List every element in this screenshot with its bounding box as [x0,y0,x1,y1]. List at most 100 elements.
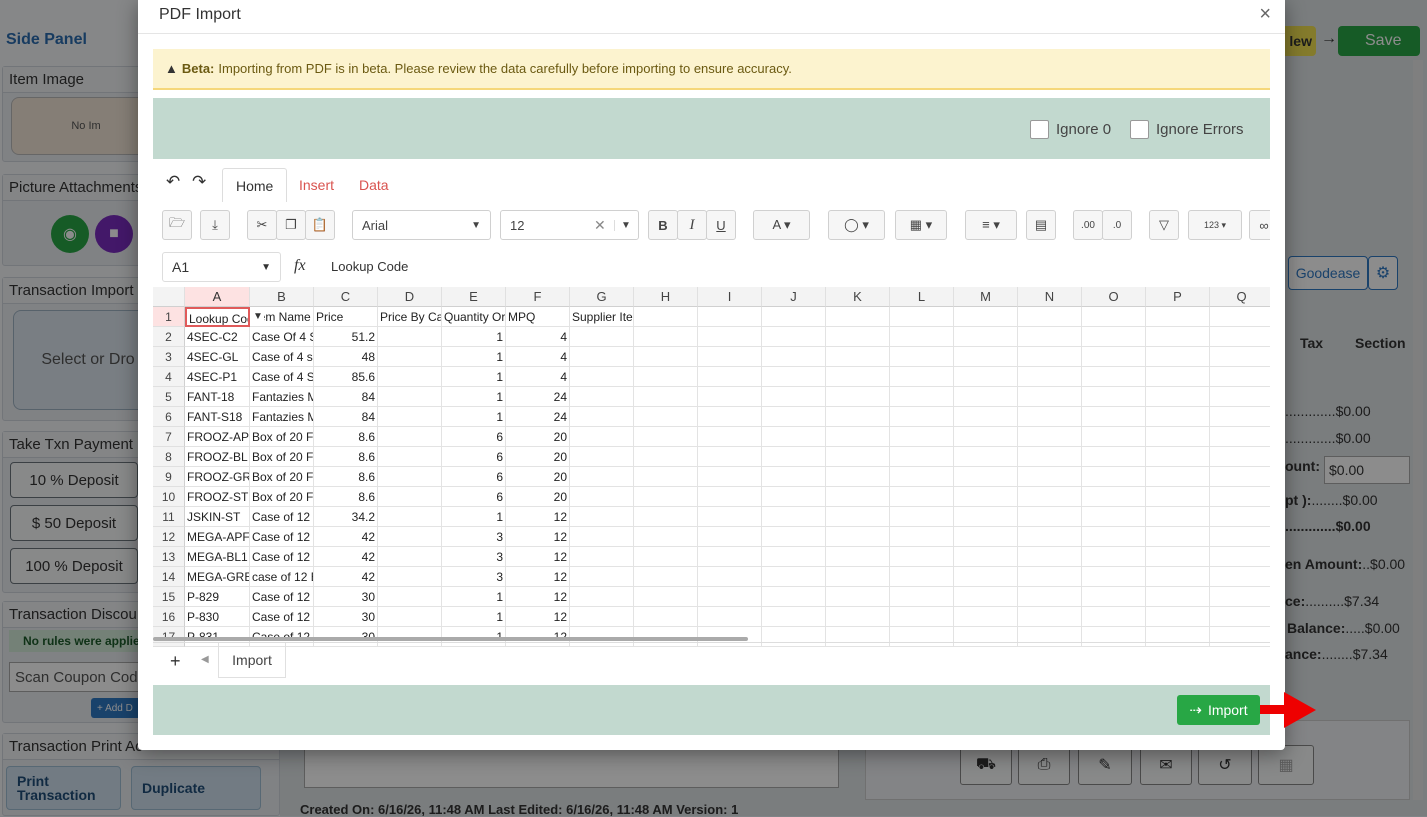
table-cell[interactable] [890,407,954,427]
table-cell[interactable] [1082,607,1146,627]
table-cell[interactable] [634,387,698,407]
table-cell[interactable] [890,547,954,567]
fill-color-icon[interactable]: ◯ ▾ [828,210,885,240]
table-cell[interactable]: 8.6 [314,487,378,507]
table-cell[interactable] [634,567,698,587]
table-cell[interactable]: 4 [506,347,570,367]
table-cell[interactable] [762,467,826,487]
table-cell[interactable] [1018,547,1082,567]
undo-icon[interactable]: ↶ [166,172,180,192]
table-cell[interactable] [634,527,698,547]
table-cell[interactable] [1018,307,1082,327]
link-icon[interactable]: ∞ [1249,210,1270,240]
table-cell[interactable]: Case of 12 [250,587,314,607]
column-header[interactable]: E [442,287,506,307]
table-cell[interactable] [826,547,890,567]
table-cell[interactable] [1210,347,1270,367]
table-cell[interactable] [378,367,442,387]
column-header[interactable]: D [378,287,442,307]
table-cell[interactable]: 85.6 [314,367,378,387]
column-header[interactable]: C [314,287,378,307]
table-cell[interactable] [1082,587,1146,607]
table-cell[interactable] [1210,587,1270,607]
table-cell[interactable]: 8.6 [314,427,378,447]
cell-grid[interactable]: ABCDEFGHIJKLMNOPQ1Lookup CodeItem NamePr… [153,287,1270,642]
table-cell[interactable] [1146,347,1210,367]
table-cell[interactable]: 1 [442,507,506,527]
table-cell[interactable]: FROOZ-BL [185,447,250,467]
table-cell[interactable] [378,407,442,427]
redo-icon[interactable]: ↷ [192,172,206,192]
table-cell[interactable]: Case of 12 [250,507,314,527]
column-header[interactable]: L [890,287,954,307]
table-cell[interactable] [570,607,634,627]
table-cell[interactable] [570,387,634,407]
table-cell[interactable] [1082,407,1146,427]
table-cell[interactable] [1146,527,1210,547]
table-cell[interactable] [698,407,762,427]
table-cell[interactable] [826,507,890,527]
table-cell[interactable] [1082,487,1146,507]
table-cell[interactable]: 8.6 [314,467,378,487]
font-family-select[interactable]: Arial▼ [352,210,491,240]
table-cell[interactable]: case of 12 E [250,567,314,587]
borders-icon[interactable]: ▦ ▾ [895,210,947,240]
table-cell[interactable] [634,587,698,607]
table-cell[interactable]: FROOZ-AP [185,427,250,447]
row-header[interactable]: 8 [153,447,185,467]
table-cell[interactable]: 20 [506,467,570,487]
table-cell[interactable]: 34.2 [314,507,378,527]
table-cell[interactable]: 20 [506,427,570,447]
table-cell[interactable] [1146,367,1210,387]
table-cell[interactable] [698,367,762,387]
table-cell[interactable] [826,427,890,447]
ignore-errors-checkbox[interactable]: Ignore Errors [1130,120,1244,139]
table-cell[interactable] [698,527,762,547]
table-cell[interactable] [378,527,442,547]
table-cell[interactable] [378,547,442,567]
table-cell[interactable]: 1 [442,407,506,427]
table-cell[interactable]: Supplier Item [570,307,634,327]
table-cell[interactable] [1146,487,1210,507]
download-icon[interactable]: ⤓ [200,210,230,240]
table-cell[interactable]: 12 [506,547,570,567]
table-cell[interactable]: 42 [314,547,378,567]
number-format-icon[interactable]: 123 ▾ [1188,210,1242,240]
table-cell[interactable] [1146,587,1210,607]
table-cell[interactable]: Case of 12 [250,527,314,547]
table-cell[interactable]: FROOZ-ST [185,487,250,507]
table-cell[interactable] [378,507,442,527]
table-cell[interactable] [1018,387,1082,407]
table-cell[interactable] [1082,347,1146,367]
row-header[interactable]: 1 [153,307,185,327]
table-cell[interactable] [570,487,634,507]
table-cell[interactable] [1146,387,1210,407]
table-cell[interactable] [890,467,954,487]
table-cell[interactable] [1018,447,1082,467]
table-cell[interactable]: 12 [506,587,570,607]
table-cell[interactable]: 51.2 [314,327,378,347]
table-cell[interactable]: 6 [442,447,506,467]
table-cell[interactable]: 20 [506,487,570,507]
table-cell[interactable]: 24 [506,387,570,407]
table-cell[interactable] [762,527,826,547]
formula-input[interactable]: Lookup Code [331,259,408,274]
table-cell[interactable] [698,567,762,587]
table-cell[interactable] [1018,567,1082,587]
table-cell[interactable] [954,347,1018,367]
column-header[interactable]: M [954,287,1018,307]
horizontal-scrollbar[interactable] [153,637,748,641]
table-cell[interactable] [570,507,634,527]
table-cell[interactable] [1082,547,1146,567]
chevron-down-icon[interactable]: ▼ [261,262,271,273]
table-cell[interactable]: P-829 [185,587,250,607]
table-cell[interactable] [762,507,826,527]
table-cell[interactable]: 42 [314,567,378,587]
chevron-left-icon[interactable]: ◀ [201,654,209,665]
table-cell[interactable] [826,367,890,387]
table-cell[interactable] [762,447,826,467]
table-cell[interactable] [954,507,1018,527]
table-cell[interactable] [1082,307,1146,327]
table-cell[interactable] [634,407,698,427]
table-cell[interactable] [570,347,634,367]
